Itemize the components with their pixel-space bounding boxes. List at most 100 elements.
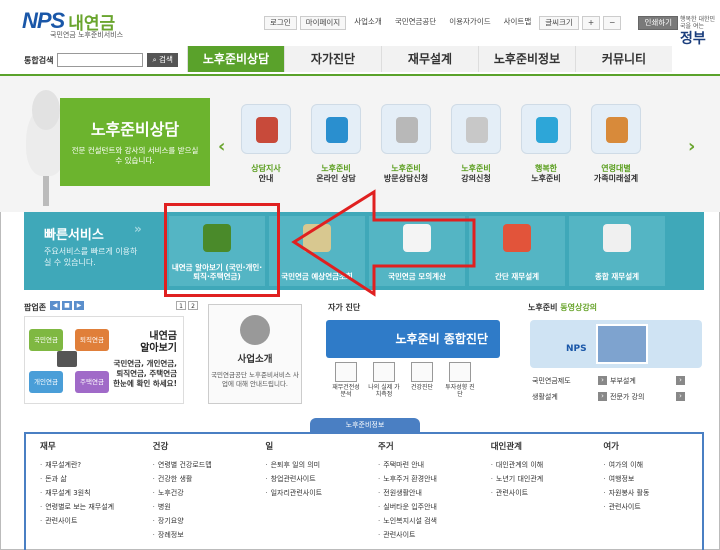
nps-link[interactable]: 국민연금공단: [390, 16, 441, 30]
info-link[interactable]: 장례정보: [153, 528, 252, 542]
info-link[interactable]: 연령별로 보는 재무설계: [40, 500, 139, 514]
hero-item-family-l1: 연령대별: [601, 164, 631, 173]
lecture-link-life[interactable]: 생활설계: [532, 392, 598, 402]
internet-icon-shape: [326, 117, 348, 143]
site-header: NPS 내연금 국민연금 노후준비서비스 로그인 마이페이지 사업소개 국민연금…: [0, 0, 720, 74]
info-col-title: 여가: [603, 442, 619, 452]
prev-icon[interactable]: ◀: [50, 301, 60, 310]
quick-item-simple-plan[interactable]: 간단 재무설계: [469, 216, 565, 286]
page-1-button[interactable]: 1: [176, 301, 186, 310]
nav-tab-self-diagnosis[interactable]: 자가진단: [284, 46, 381, 72]
info-link[interactable]: 건강한 생활: [153, 472, 252, 486]
info-link[interactable]: 관련사이트: [491, 486, 590, 500]
lecture-link-expert[interactable]: 전문가 강의: [610, 392, 676, 402]
info-link[interactable]: 창업관련사이트: [265, 472, 364, 486]
sitemap-link[interactable]: 사이트맵: [499, 16, 537, 30]
hero-item-family[interactable]: 연령대별 가족미래설계: [588, 104, 644, 184]
info-link[interactable]: 노후주거 환경안내: [378, 472, 477, 486]
nav-tab-community[interactable]: 커뮤니티: [575, 46, 672, 72]
info-col-title: 주거: [378, 442, 394, 452]
popup-subtext: 국민연금, 개인연금, 퇴직연금, 주택연금 한눈에 확인 하세요!: [113, 359, 177, 389]
pointer-icon: [451, 104, 501, 154]
font-increase-button[interactable]: +: [581, 16, 601, 30]
more-icon[interactable]: ›: [676, 376, 685, 385]
info-link[interactable]: 관련사이트: [603, 500, 702, 514]
hero-item-visit-l1: 노후준비: [391, 164, 421, 173]
more-icon[interactable]: ›: [598, 376, 607, 385]
info-link[interactable]: 관련사이트: [40, 514, 139, 528]
nav-tab-financial-plan[interactable]: 재무설계: [381, 46, 478, 72]
info-link[interactable]: 병원: [153, 500, 252, 514]
search-button[interactable]: ⌕ 검색: [147, 53, 178, 67]
quick-item-full-plan[interactable]: 종합 재무설계: [569, 216, 665, 286]
internet-icon: [311, 104, 361, 154]
search-input[interactable]: [57, 53, 144, 67]
info-link[interactable]: 실버타운 입주안내: [378, 500, 477, 514]
diag-item-value[interactable]: 나의 실제 가치측정: [368, 362, 400, 398]
info-link[interactable]: 노년기 대인관계: [491, 472, 590, 486]
info-link[interactable]: 연령별 건강로드맵: [153, 458, 252, 472]
info-link[interactable]: 노인복지시설 검색: [378, 514, 477, 528]
pointer-icon-shape: [466, 117, 488, 143]
popup-headline: 내연금 알아보기: [140, 331, 177, 355]
hero-item-online[interactable]: 노후준비 온라인 상담: [308, 104, 364, 184]
hero-item-branch[interactable]: 상담지사 안내: [238, 104, 294, 184]
magnifier-icon: [521, 104, 571, 154]
hero-item-branch-l1: 상담지사: [251, 164, 281, 173]
lecture-link-system[interactable]: 국민연금제도: [532, 376, 598, 386]
print-button[interactable]: 인쇄하기: [638, 16, 679, 30]
lecture-link-couple[interactable]: 부부설계: [610, 376, 676, 386]
person-icon: [591, 104, 641, 154]
diag-item-health[interactable]: 건강진단: [406, 362, 438, 398]
hero-item-visit[interactable]: 노후준비 방문상담신청: [378, 104, 434, 184]
hero-next-arrow-icon[interactable]: ›: [688, 136, 695, 157]
page-2-button[interactable]: 2: [188, 301, 198, 310]
stop-icon[interactable]: ■: [62, 301, 72, 310]
video-lecture-banner[interactable]: NPS: [530, 320, 702, 368]
info-link[interactable]: 주택마련 안내: [378, 458, 477, 472]
magnifier-icon-shape: [536, 117, 558, 143]
popup-banner[interactable]: 국민연금 퇴직연금 개인연금 주택연금 내연금 알아보기 국민연금, 개인연금, 퇴…: [24, 316, 184, 404]
info-link[interactable]: 장기요양: [153, 514, 252, 528]
info-link[interactable]: 재무설계 3원칙: [40, 486, 139, 500]
info-link[interactable]: 일자리관련사이트: [265, 486, 364, 500]
video-nps-label: NPS: [566, 344, 587, 354]
info-link[interactable]: 여행정보: [603, 472, 702, 486]
self-diagnosis-title: 자가 진단: [328, 303, 361, 312]
nav-tab-info[interactable]: 노후준비정보: [478, 46, 575, 72]
highlight-box: [164, 203, 280, 297]
info-col-title: 재무: [40, 442, 56, 452]
info-link[interactable]: 대인관계의 이해: [491, 458, 590, 472]
monitor-icon: [57, 351, 77, 367]
login-link[interactable]: 로그인: [264, 16, 297, 30]
user-guide-link[interactable]: 이용자가이드: [444, 16, 495, 30]
popup-sub-2: 퇴직연금, 주택연금: [116, 369, 177, 378]
business-intro-link[interactable]: 사업소개: [349, 16, 387, 30]
diag-item-investment[interactable]: 투자성향 진단: [444, 362, 476, 398]
mypage-link[interactable]: 마이페이지: [299, 16, 347, 30]
popup-zone-title: 팝업존: [24, 303, 47, 312]
info-link[interactable]: 전원생활안내: [378, 486, 477, 500]
utility-bar: 로그인 마이페이지 사업소개 국민연금공단 이용자가이드 사이트맵 글씨크기 +…: [264, 16, 679, 30]
font-decrease-button[interactable]: −: [603, 16, 622, 30]
more-icon[interactable]: ›: [676, 392, 685, 401]
info-link[interactable]: 돈과 삶: [40, 472, 139, 486]
diag-item-finance[interactable]: 재무건전성 분석: [330, 362, 362, 398]
full-diagnosis-button[interactable]: 노후준비 종합진단: [326, 320, 500, 358]
more-icon[interactable]: ›: [598, 392, 607, 401]
nav-tab-consulting[interactable]: 노후준비상담: [187, 46, 284, 72]
business-intro-box[interactable]: 사업소개 국민연금공단 노후준비서비스 사업에 대해 안내드립니다.: [208, 304, 302, 404]
hero-item-happy[interactable]: 행복한 노후준비: [518, 104, 574, 184]
next-icon[interactable]: ▶: [74, 301, 84, 310]
info-link[interactable]: 노후건강: [153, 486, 252, 500]
info-col-housing: 주거 주택마련 안내 노후주거 환경안내 전원생활안내 실버타운 입주안내 노인…: [364, 440, 477, 550]
info-link[interactable]: 여가의 이해: [603, 458, 702, 472]
info-link[interactable]: 관련사이트: [378, 528, 477, 542]
hero-prev-arrow-icon[interactable]: ‹: [218, 136, 225, 157]
hero-item-lecture[interactable]: 노후준비 강의신청: [448, 104, 504, 184]
info-link[interactable]: 은퇴후 일의 의미: [265, 458, 364, 472]
info-columns: 재무 재무설계란? 돈과 삶 재무설계 3원칙 연령별로 보는 재무설계 관련사…: [24, 432, 704, 550]
info-link[interactable]: 재무설계란?: [40, 458, 139, 472]
hero-item-online-l1: 노후준비: [321, 164, 351, 173]
info-link[interactable]: 자원봉사 활동: [603, 486, 702, 500]
